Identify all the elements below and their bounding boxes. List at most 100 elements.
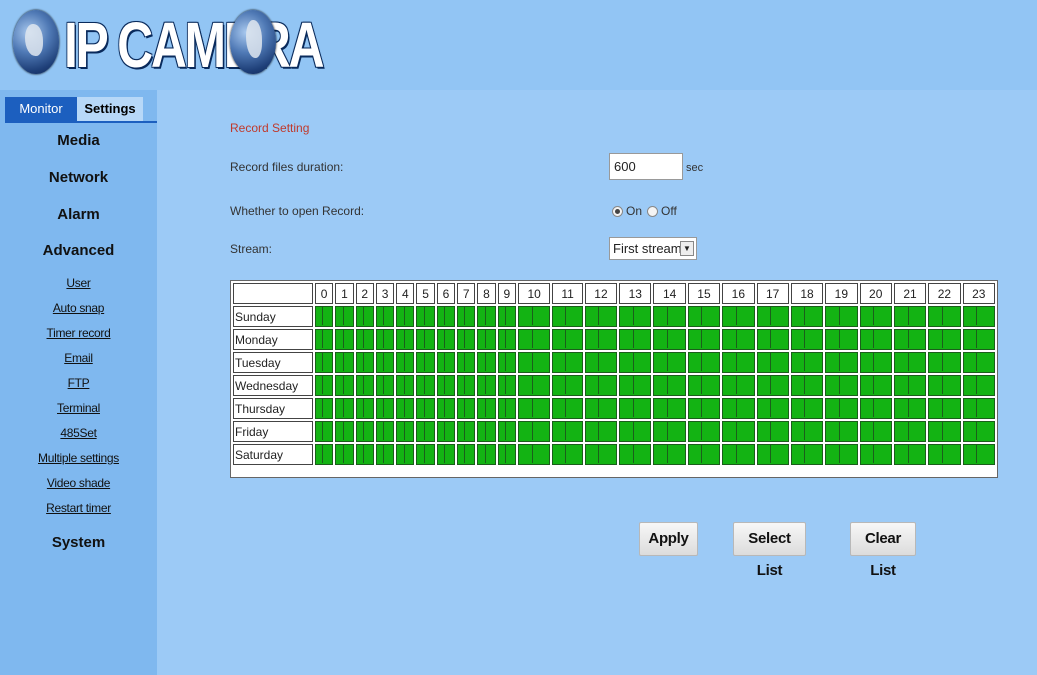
chevron-down-icon[interactable]: ▼ bbox=[680, 241, 694, 256]
schedule-cell[interactable] bbox=[396, 374, 415, 396]
schedule-cell[interactable] bbox=[790, 328, 824, 350]
schedule-cell[interactable] bbox=[722, 374, 755, 396]
schedule-cell[interactable] bbox=[416, 443, 435, 465]
schedule-cell[interactable] bbox=[790, 397, 824, 419]
schedule-cell[interactable] bbox=[893, 443, 927, 465]
schedule-cell[interactable] bbox=[859, 328, 892, 350]
sidebar-subitem-user[interactable]: User bbox=[0, 276, 157, 290]
schedule-cell[interactable] bbox=[859, 374, 892, 396]
schedule-cell[interactable] bbox=[687, 420, 721, 442]
schedule-cell[interactable] bbox=[335, 374, 354, 396]
schedule-cell[interactable] bbox=[687, 328, 721, 350]
schedule-cell[interactable] bbox=[584, 374, 618, 396]
schedule-cell[interactable] bbox=[436, 374, 456, 396]
schedule-cell[interactable] bbox=[962, 328, 995, 350]
sidebar-item-network[interactable]: Network bbox=[0, 169, 157, 186]
schedule-cell[interactable] bbox=[653, 305, 686, 327]
schedule-cell[interactable] bbox=[497, 328, 516, 350]
schedule-cell[interactable] bbox=[497, 351, 516, 373]
schedule-cell[interactable] bbox=[375, 443, 395, 465]
schedule-cell[interactable] bbox=[653, 397, 686, 419]
schedule-cell[interactable] bbox=[416, 397, 435, 419]
schedule-cell[interactable] bbox=[315, 351, 334, 373]
schedule-cell[interactable] bbox=[825, 374, 858, 396]
schedule-cell[interactable] bbox=[619, 397, 652, 419]
sidebar-item-alarm[interactable]: Alarm bbox=[0, 206, 157, 223]
schedule-cell[interactable] bbox=[928, 443, 961, 465]
schedule-cell[interactable] bbox=[756, 305, 789, 327]
schedule-cell[interactable] bbox=[355, 351, 374, 373]
schedule-cell[interactable] bbox=[722, 305, 755, 327]
record-off-radio[interactable] bbox=[647, 205, 659, 217]
schedule-cell[interactable] bbox=[396, 397, 415, 419]
schedule-cell[interactable] bbox=[457, 351, 476, 373]
schedule-cell[interactable] bbox=[893, 374, 927, 396]
schedule-cell[interactable] bbox=[457, 305, 476, 327]
schedule-cell[interactable] bbox=[859, 443, 892, 465]
schedule-cell[interactable] bbox=[457, 443, 476, 465]
schedule-cell[interactable] bbox=[517, 374, 551, 396]
schedule-cell[interactable] bbox=[552, 443, 583, 465]
schedule-cell[interactable] bbox=[497, 374, 516, 396]
schedule-cell[interactable] bbox=[477, 328, 496, 350]
schedule-cell[interactable] bbox=[375, 328, 395, 350]
schedule-cell[interactable] bbox=[619, 374, 652, 396]
schedule-cell[interactable] bbox=[416, 328, 435, 350]
schedule-cell[interactable] bbox=[928, 374, 961, 396]
schedule-cell[interactable] bbox=[375, 351, 395, 373]
sidebar-subitem-timer-record[interactable]: Timer record bbox=[0, 326, 157, 340]
schedule-cell[interactable] bbox=[928, 420, 961, 442]
schedule-cell[interactable] bbox=[497, 420, 516, 442]
schedule-cell[interactable] bbox=[825, 351, 858, 373]
sidebar-subitem-email[interactable]: Email bbox=[0, 351, 157, 365]
schedule-cell[interactable] bbox=[396, 351, 415, 373]
schedule-cell[interactable] bbox=[619, 351, 652, 373]
schedule-cell[interactable] bbox=[315, 374, 334, 396]
schedule-cell[interactable] bbox=[756, 397, 789, 419]
schedule-cell[interactable] bbox=[335, 443, 354, 465]
schedule-cell[interactable] bbox=[722, 420, 755, 442]
schedule-cell[interactable] bbox=[653, 328, 686, 350]
schedule-cell[interactable] bbox=[584, 397, 618, 419]
schedule-cell[interactable] bbox=[436, 443, 456, 465]
schedule-cell[interactable] bbox=[756, 374, 789, 396]
apply-button[interactable]: Apply bbox=[639, 522, 698, 556]
schedule-cell[interactable] bbox=[436, 328, 456, 350]
schedule-cell[interactable] bbox=[825, 397, 858, 419]
schedule-cell[interactable] bbox=[584, 351, 618, 373]
schedule-cell[interactable] bbox=[552, 374, 583, 396]
schedule-cell[interactable] bbox=[584, 420, 618, 442]
select-list-button[interactable]: Select List bbox=[733, 522, 806, 579]
schedule-cell[interactable] bbox=[552, 351, 583, 373]
schedule-cell[interactable] bbox=[416, 305, 435, 327]
schedule-cell[interactable] bbox=[790, 443, 824, 465]
schedule-cell[interactable] bbox=[893, 351, 927, 373]
schedule-cell[interactable] bbox=[928, 305, 961, 327]
schedule-cell[interactable] bbox=[859, 305, 892, 327]
schedule-cell[interactable] bbox=[928, 397, 961, 419]
schedule-cell[interactable] bbox=[497, 443, 516, 465]
schedule-cell[interactable] bbox=[619, 443, 652, 465]
duration-input[interactable] bbox=[609, 153, 683, 180]
schedule-cell[interactable] bbox=[355, 305, 374, 327]
schedule-cell[interactable] bbox=[552, 397, 583, 419]
schedule-cell[interactable] bbox=[436, 420, 456, 442]
sidebar-subitem-auto-snap[interactable]: Auto snap bbox=[0, 301, 157, 315]
schedule-cell[interactable] bbox=[436, 351, 456, 373]
schedule-cell[interactable] bbox=[756, 443, 789, 465]
sidebar-subitem-video-shade[interactable]: Video shade bbox=[0, 476, 157, 490]
schedule-cell[interactable] bbox=[893, 397, 927, 419]
schedule-cell[interactable] bbox=[962, 420, 995, 442]
schedule-cell[interactable] bbox=[653, 420, 686, 442]
stream-select[interactable]: First stream ▼ bbox=[609, 237, 697, 260]
schedule-cell[interactable] bbox=[396, 305, 415, 327]
schedule-cell[interactable] bbox=[355, 328, 374, 350]
schedule-cell[interactable] bbox=[790, 374, 824, 396]
schedule-cell[interactable] bbox=[928, 351, 961, 373]
schedule-cell[interactable] bbox=[722, 351, 755, 373]
schedule-cell[interactable] bbox=[962, 374, 995, 396]
schedule-cell[interactable] bbox=[375, 420, 395, 442]
schedule-cell[interactable] bbox=[436, 305, 456, 327]
schedule-cell[interactable] bbox=[893, 420, 927, 442]
schedule-cell[interactable] bbox=[477, 305, 496, 327]
